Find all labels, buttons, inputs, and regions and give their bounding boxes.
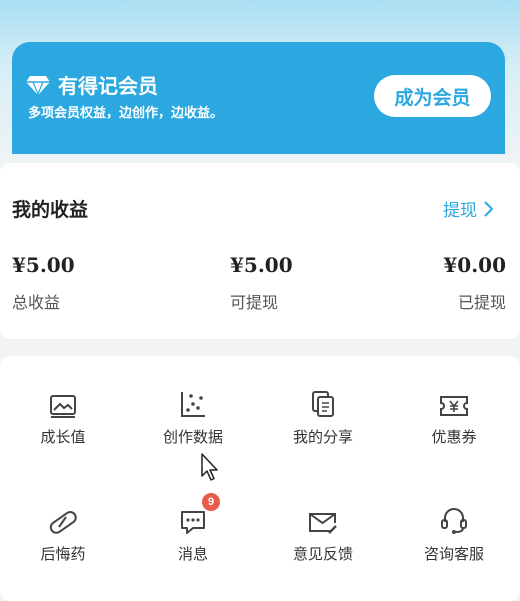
member-title-text: 有得记会员: [58, 74, 158, 98]
member-title: 有得记会员: [26, 70, 158, 99]
unread-badge: 9: [202, 493, 220, 511]
stat-total: ¥5.00 总收益: [12, 253, 75, 313]
menu-item-creation-data[interactable]: 创作数据: [133, 384, 253, 447]
menu-item-my-share[interactable]: 我的分享: [263, 384, 383, 447]
menu-item-coupon[interactable]: 优惠券: [394, 384, 514, 447]
coupon-ticket-icon: [440, 396, 468, 416]
stat-label: 已提现: [457, 293, 506, 312]
message-chat-icon: [181, 511, 205, 534]
headset-icon: [441, 508, 467, 534]
feedback-mail-icon: [309, 513, 337, 534]
menu-item-label: 后悔药: [40, 545, 86, 563]
menu-item-feedback[interactable]: 意见反馈: [263, 501, 383, 564]
menu-item-label: 成长值: [40, 428, 86, 446]
menu-item-label: 优惠券: [431, 428, 477, 446]
pill-icon: [49, 511, 77, 534]
become-member-button[interactable]: 成为会员: [374, 75, 491, 117]
withdraw-label: 提现: [443, 201, 477, 221]
menu-item-messages[interactable]: 9 消息: [133, 493, 253, 564]
menu-grid: 成长值 创作数据 我的分享 优惠券 后悔药 9 消息 意见反馈 咨询客服: [0, 356, 520, 601]
stat-label: 可提现: [230, 293, 279, 312]
menu-item-customer-service[interactable]: 咨询客服: [394, 501, 514, 564]
withdraw-link[interactable]: 提现: [443, 196, 493, 221]
menu-item-label: 咨询客服: [423, 545, 484, 563]
menu-item-growth[interactable]: 成长值: [3, 384, 123, 447]
stat-amount: ¥0.00: [443, 253, 506, 277]
earnings-card: 我的收益 提现 ¥5.00 总收益 ¥5.00 可提现 ¥0.00 已提现: [0, 163, 520, 339]
member-subtitle: 多项会员权益，边创作，边收益。: [28, 106, 224, 121]
earnings-title: 我的收益: [12, 199, 89, 221]
stat-withdrawable: ¥5.00 可提现: [230, 253, 293, 313]
scatter-chart-icon: [181, 392, 205, 417]
menu-item-label: 创作数据: [162, 428, 223, 446]
member-banner: 有得记会员 多项会员权益，边创作，边收益。 成为会员: [12, 42, 505, 154]
diamond-icon: [26, 75, 50, 96]
stat-withdrawn: ¥0.00 已提现: [443, 253, 506, 313]
growth-image-icon: [50, 395, 76, 418]
stat-label: 总收益: [12, 293, 61, 312]
stat-amount: ¥5.00: [230, 253, 293, 277]
copy-document-icon: [312, 391, 334, 417]
mouse-cursor-icon: [201, 453, 218, 481]
menu-item-regret-pill[interactable]: 后悔药: [3, 501, 123, 564]
menu-item-label: 我的分享: [292, 428, 353, 446]
stat-amount: ¥5.00: [12, 253, 75, 277]
menu-item-label: 消息: [177, 545, 208, 563]
chevron-right-icon: [484, 200, 493, 217]
menu-item-label: 意见反馈: [292, 545, 353, 563]
